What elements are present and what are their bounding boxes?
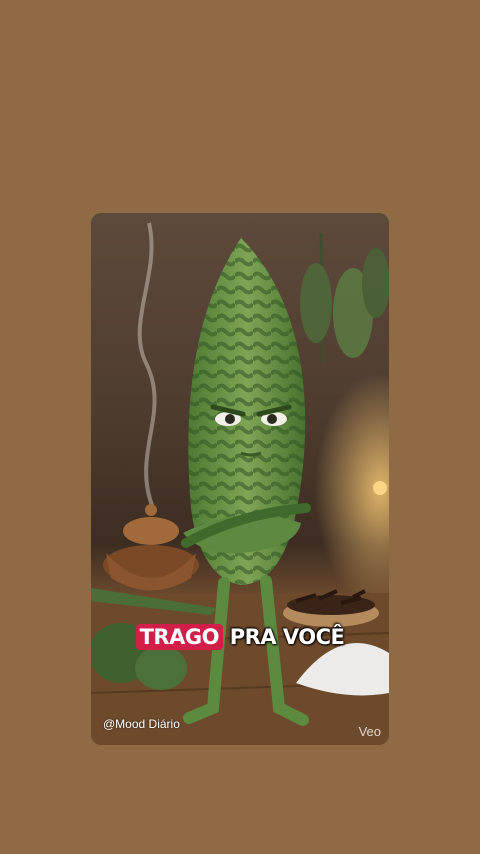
subtitle-caption: TRAGO PRA VOCÊ bbox=[91, 624, 389, 650]
video-frame bbox=[91, 213, 389, 745]
caption-text: PRA VOCÊ bbox=[229, 625, 345, 649]
channel-watermark: @Mood Diário bbox=[103, 717, 180, 731]
veo-watermark: Veo bbox=[358, 724, 381, 739]
caption-highlight-word: TRAGO bbox=[135, 624, 223, 650]
video-player[interactable]: TRAGO PRA VOCÊ @Mood Diário Veo bbox=[91, 213, 389, 745]
